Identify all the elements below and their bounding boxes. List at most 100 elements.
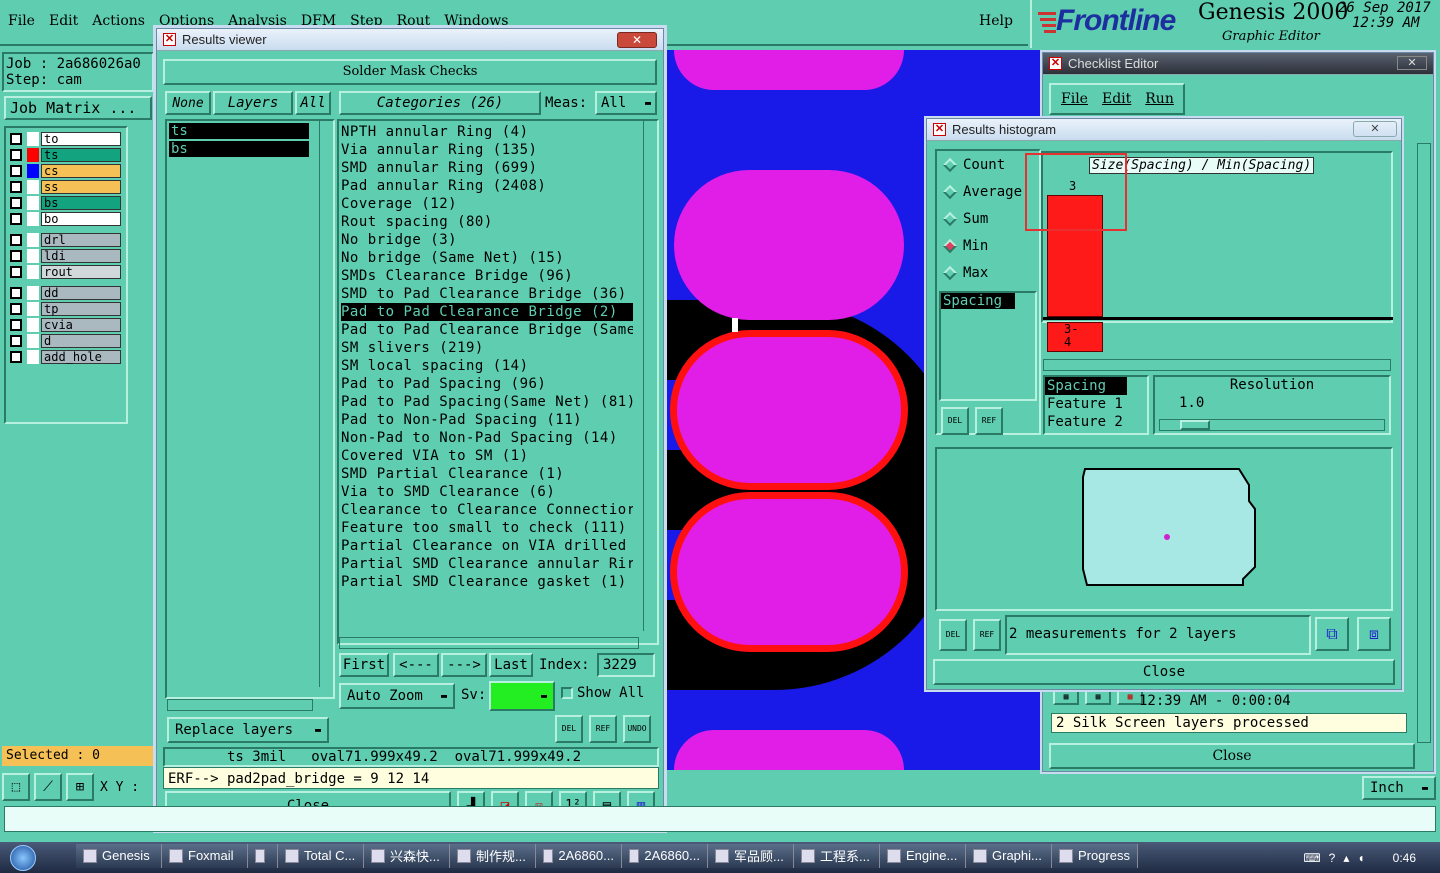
ref-button[interactable]: REF	[973, 619, 1001, 651]
category-item[interactable]: No bridge (3)	[341, 231, 633, 249]
menu-dfm[interactable]: DFM	[301, 13, 336, 29]
layer-checkbox[interactable]	[10, 319, 22, 331]
layer-row-d[interactable]: d	[6, 333, 126, 349]
menu-windows[interactable]: Windows	[444, 13, 508, 29]
layer-name[interactable]: add_hole	[41, 350, 121, 364]
taskbar-item[interactable]: 兴森快...	[364, 843, 450, 868]
category-item[interactable]: Pad annular Ring (2408)	[341, 177, 633, 195]
category-item[interactable]: Partial SMD Clearance annular Rir	[341, 555, 633, 573]
replace-layers-dropdown[interactable]: Replace layers ▬	[167, 717, 329, 743]
keyboard-icon[interactable]: ⌨	[1303, 851, 1320, 865]
checklist-menu-file[interactable]: File	[1061, 91, 1088, 107]
category-item[interactable]: Via annular Ring (135)	[341, 141, 633, 159]
next-button[interactable]: --->	[441, 653, 487, 677]
histogram-titlebar[interactable]: ✕ Results histogram ✕	[927, 119, 1401, 141]
category-list[interactable]: NPTH annular Ring (4) Via annular Ring (1…	[337, 119, 659, 645]
mode-radio-max[interactable]: Max	[937, 259, 1039, 286]
category-item[interactable]: Pad to Pad Clearance Bridge (2)	[341, 303, 633, 321]
category-hscrollbar[interactable]	[339, 637, 639, 649]
taskbar-item[interactable]: 2A6860...	[622, 843, 708, 868]
category-item[interactable]: Pad to Pad Spacing (96)	[341, 375, 633, 393]
category-item[interactable]: Feature too small to check (111)	[341, 519, 633, 537]
taskbar-item[interactable]: Genesis	[76, 843, 162, 868]
layer-checkbox[interactable]	[10, 181, 22, 193]
bar-range-label[interactable]: 3- 4	[1047, 322, 1103, 352]
category-item[interactable]: SMD Partial Clearance (1)	[341, 465, 633, 483]
layer-list-hscrollbar[interactable]	[167, 699, 313, 711]
volume-icon[interactable]: ◖	[1357, 851, 1364, 865]
menu-file[interactable]: File	[8, 13, 35, 29]
layer-checkbox[interactable]	[10, 133, 22, 145]
layer-results-list[interactable]: ts bs	[165, 119, 335, 699]
layer-row-bo[interactable]: bo	[6, 211, 126, 227]
category-item[interactable]: Pad to Non-Pad Spacing (11)	[341, 411, 633, 429]
feature-item[interactable]: Feature 1	[1045, 395, 1147, 413]
menu-analysis[interactable]: Analysis	[228, 13, 287, 29]
layer-checkbox[interactable]	[10, 250, 22, 262]
zoom-box-icon[interactable]: ⬚	[2, 773, 30, 801]
feature-list[interactable]: Spacing Feature 1 Feature 2	[1043, 375, 1149, 435]
menu-actions[interactable]: Actions	[92, 13, 145, 29]
checklist-icon[interactable]: ▦	[1053, 689, 1079, 705]
taskbar-item[interactable]: 工程系...	[794, 843, 880, 868]
layer-row-to[interactable]: to	[6, 131, 126, 147]
menu-options[interactable]: Options	[159, 13, 214, 29]
layer-name[interactable]: cs	[41, 164, 121, 178]
layer-name[interactable]: bo	[41, 212, 121, 226]
layer-row-ss[interactable]: ss	[6, 179, 126, 195]
taskbar-item[interactable]: Graphi...	[966, 843, 1052, 868]
mode-radio-count[interactable]: Count	[937, 151, 1039, 178]
sv-color-dropdown[interactable]: ▬	[489, 681, 555, 711]
layer-row-tp[interactable]: tp	[6, 301, 126, 317]
layer-name[interactable]: cvia	[41, 318, 121, 332]
taskbar-item[interactable]: Foxmail	[162, 843, 248, 868]
mode-radio-sum[interactable]: Sum	[937, 205, 1039, 232]
layer-checkbox[interactable]	[10, 351, 22, 363]
layer-row-ts[interactable]: ts	[6, 147, 126, 163]
results-viewer-titlebar[interactable]: ✕ Results viewer ✕	[157, 29, 663, 51]
layer-checkbox[interactable]	[10, 303, 22, 315]
taskbar-item[interactable]: Total C...	[278, 843, 364, 868]
category-item[interactable]: NPTH annular Ring (4)	[341, 123, 633, 141]
chart-hscrollbar[interactable]	[1043, 359, 1391, 371]
taskbar-item[interactable]: Engine...	[880, 843, 966, 868]
job-matrix-button[interactable]: Job Matrix ...	[4, 96, 152, 120]
show-all-checkbox[interactable]	[561, 687, 573, 699]
layer-row-bs[interactable]: bs	[6, 195, 126, 211]
index-input[interactable]: 3229	[597, 653, 655, 677]
layer-row-cvia[interactable]: cvia	[6, 317, 126, 333]
layer-checkbox[interactable]	[10, 287, 22, 299]
category-item[interactable]: Pad to Pad Clearance Bridge (Same	[341, 321, 633, 339]
layer-row-dd[interactable]: dd	[6, 285, 126, 301]
category-item[interactable]: Covered VIA to SM (1)	[341, 447, 633, 465]
category-item[interactable]: SMD annular Ring (699)	[341, 159, 633, 177]
network-icon[interactable]: ▴	[1343, 851, 1349, 865]
feature-item[interactable]: Feature 2	[1045, 413, 1147, 431]
slider-handle[interactable]	[1180, 420, 1210, 430]
grid-icon[interactable]: ⊞	[66, 773, 94, 801]
layer-name[interactable]: tp	[41, 302, 121, 316]
layer-checkbox[interactable]	[10, 149, 22, 161]
layer-row-drl[interactable]: drl	[6, 232, 126, 248]
menu-edit[interactable]: Edit	[49, 13, 78, 29]
layer-name[interactable]: ldi	[41, 249, 121, 263]
layer-row-ldi[interactable]: ldi	[6, 248, 126, 264]
checklist-close-button[interactable]: Close	[1049, 743, 1415, 769]
result-layer-item[interactable]: ts	[169, 123, 309, 139]
close-icon[interactable]: ✕	[617, 32, 657, 48]
category-item[interactable]: Clearance to Clearance Connectior	[341, 501, 633, 519]
categories-button[interactable]: Categories (26)	[339, 91, 541, 115]
last-button[interactable]: Last	[489, 653, 533, 677]
spacing-list-item[interactable]: Spacing	[941, 293, 1015, 309]
layer-checkbox[interactable]	[10, 197, 22, 209]
category-item[interactable]: Pad to Pad Spacing(Same Net) (81)	[341, 393, 633, 411]
taskbar-item[interactable]: Progress	[1052, 843, 1138, 868]
help-menu[interactable]: Help	[979, 13, 1013, 29]
close-icon[interactable]: ✕	[1353, 121, 1397, 137]
category-item[interactable]: Via to SMD Clearance (6)	[341, 483, 633, 501]
zoom-to-result-icon[interactable]: ⧉	[1315, 617, 1349, 651]
first-button[interactable]: First	[339, 653, 389, 677]
mode-radio-average[interactable]: Average	[937, 178, 1039, 205]
checklist-menu-run[interactable]: Run	[1145, 91, 1174, 107]
layer-name[interactable]: ss	[41, 180, 121, 194]
